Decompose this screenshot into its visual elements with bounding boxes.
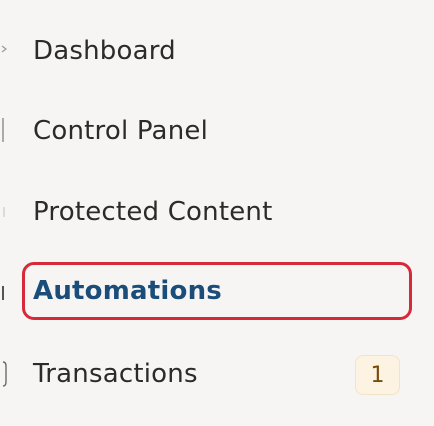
panel-icon	[0, 115, 8, 145]
chevron-icon	[0, 42, 8, 56]
transactions-count-badge: 1	[355, 355, 400, 395]
sidebar-item-label: Protected Content	[33, 197, 273, 227]
sidebar-item-label: Transactions	[33, 359, 198, 389]
sidebar-item-protected-content[interactable]: Protected Content	[22, 183, 412, 241]
sidebar-item-label: Dashboard	[33, 36, 176, 66]
sidebar-item-dashboard[interactable]: Dashboard	[22, 22, 412, 80]
sidebar-item-automations[interactable]: Automations	[22, 262, 412, 320]
sidebar-item-label: Control Panel	[33, 116, 208, 146]
automation-icon	[0, 283, 8, 303]
transactions-icon	[0, 360, 8, 388]
lock-icon	[0, 205, 8, 219]
sidebar-item-control-panel[interactable]: Control Panel	[22, 102, 412, 160]
sidebar-item-label: Automations	[33, 276, 222, 306]
sidebar-item-transactions[interactable]: Transactions	[22, 345, 412, 403]
sidebar-nav: Dashboard Control Panel Protected Conten…	[0, 0, 434, 426]
